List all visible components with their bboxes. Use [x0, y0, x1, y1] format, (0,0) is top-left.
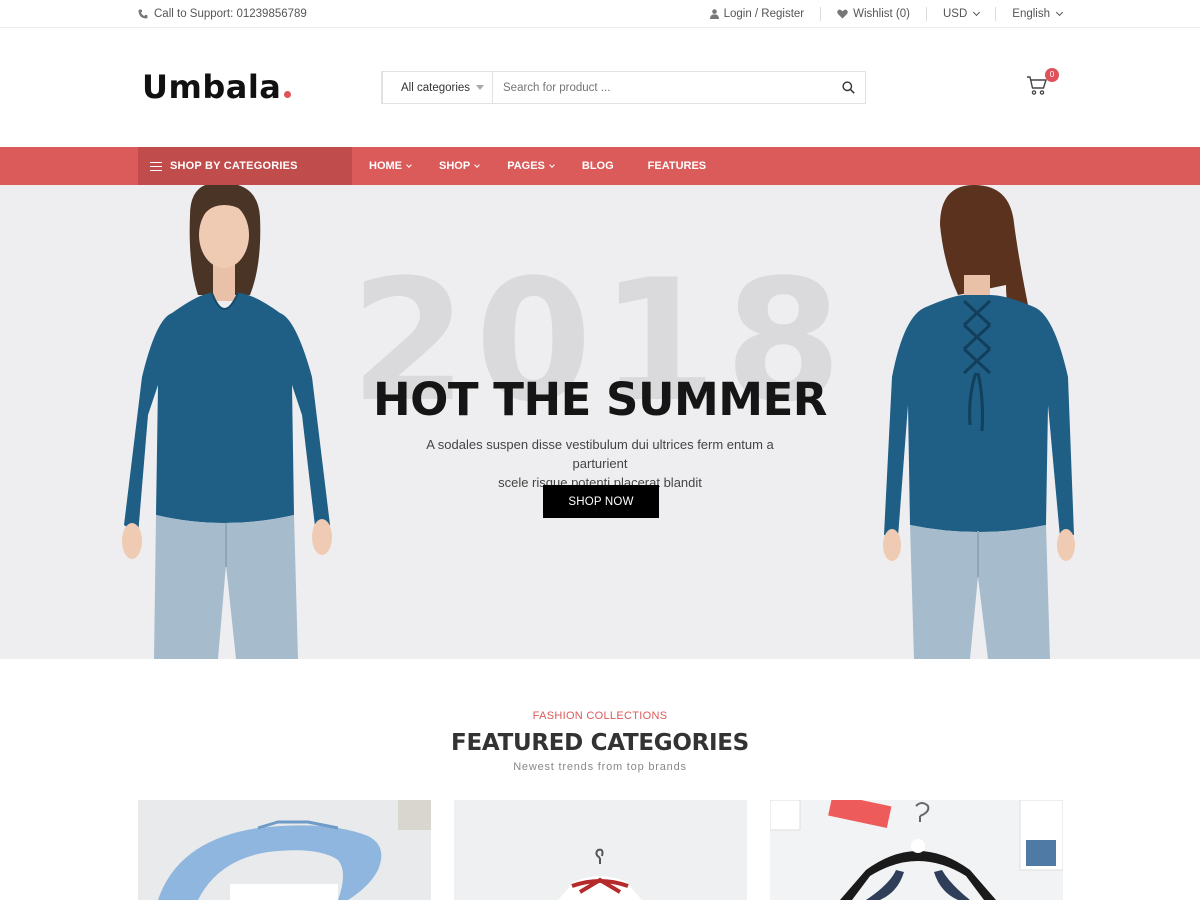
hero-title: HOT THE SUMMER — [373, 373, 827, 426]
search-bar: All categories — [381, 71, 866, 104]
cart-count-badge: 0 — [1045, 68, 1059, 82]
language-dropdown[interactable]: English — [995, 7, 1064, 21]
hero-subtitle-line: A sodales suspen disse vestibulum dui ul… — [426, 437, 774, 471]
search-button[interactable] — [831, 72, 865, 103]
nav-item-blog[interactable]: BLOG — [582, 160, 614, 172]
cart-button[interactable]: 0 — [1026, 68, 1059, 98]
phone-icon — [138, 9, 148, 19]
shop-now-button[interactable]: SHOP NOW — [543, 485, 659, 518]
category-select[interactable]: All categories — [383, 72, 493, 103]
nav-menu: HOME SHOP PAGES BLOG FEATURES — [369, 147, 734, 185]
section-subtitle: Newest trends from top brands — [513, 761, 687, 773]
logo-text: Umbala — [142, 68, 282, 106]
section-title: FEATURED CATEGORIES — [451, 730, 749, 756]
top-bar: Call to Support: 01239856789 Login / Reg… — [0, 0, 1200, 28]
wishlist-label: Wishlist (0) — [853, 8, 910, 20]
section-kicker: FASHION COLLECTIONS — [532, 710, 668, 722]
chevron-down-icon — [1055, 8, 1064, 17]
chevron-down-icon — [406, 161, 412, 168]
chevron-down-icon — [474, 161, 481, 168]
nav-item-shop[interactable]: SHOP — [439, 160, 481, 172]
nav-item-home[interactable]: HOME — [369, 160, 412, 172]
category-image — [558, 848, 642, 900]
hero-subtitle: A sodales suspen disse vestibulum dui ul… — [400, 435, 800, 492]
chevron-down-icon — [973, 8, 981, 17]
nav-item-pages[interactable]: PAGES — [507, 160, 555, 172]
caret-down-icon — [476, 85, 484, 90]
shop-by-categories-label: SHOP BY CATEGORIES — [170, 160, 298, 172]
logo[interactable]: Umbala — [142, 68, 292, 106]
category-card[interactable] — [454, 800, 747, 900]
menu-icon — [150, 161, 162, 171]
category-image — [158, 800, 431, 900]
support-text: Call to Support: 01239856789 — [154, 8, 307, 20]
nav-item-label: BLOG — [581, 160, 614, 172]
category-card[interactable] — [138, 800, 431, 900]
nav-item-label: SHOP — [439, 160, 471, 172]
wishlist-link[interactable]: Wishlist (0) — [820, 7, 926, 21]
header: Umbala All categories 0 — [0, 28, 1200, 147]
logo-dot — [284, 91, 292, 98]
hero-banner: 2018 HOT THE SUMMER A sodales suspen dis… — [0, 185, 1200, 659]
currency-dropdown[interactable]: USD — [926, 7, 995, 21]
login-register-link[interactable]: Login / Register — [694, 7, 821, 21]
user-icon — [709, 9, 719, 19]
main-nav: SHOP BY CATEGORIES HOME SHOP PAGES BLOG … — [0, 147, 1200, 185]
nav-item-label: HOME — [369, 160, 402, 172]
language-label: English — [1012, 8, 1050, 20]
category-select-label: All categories — [401, 81, 471, 94]
nav-item-label: FEATURES — [647, 160, 707, 172]
chevron-down-icon — [549, 161, 555, 168]
category-image — [770, 800, 1063, 900]
category-card[interactable] — [770, 800, 1063, 900]
support-info: Call to Support: 01239856789 — [138, 8, 307, 20]
shop-by-categories-button[interactable]: SHOP BY CATEGORIES — [138, 147, 352, 185]
currency-label: USD — [943, 8, 968, 20]
login-label: Login / Register — [723, 8, 805, 20]
nav-item-label: PAGES — [507, 160, 545, 172]
search-icon — [841, 81, 855, 94]
nav-item-features[interactable]: FEATURES — [648, 160, 706, 172]
search-input[interactable] — [493, 72, 831, 103]
heart-icon — [837, 9, 848, 19]
